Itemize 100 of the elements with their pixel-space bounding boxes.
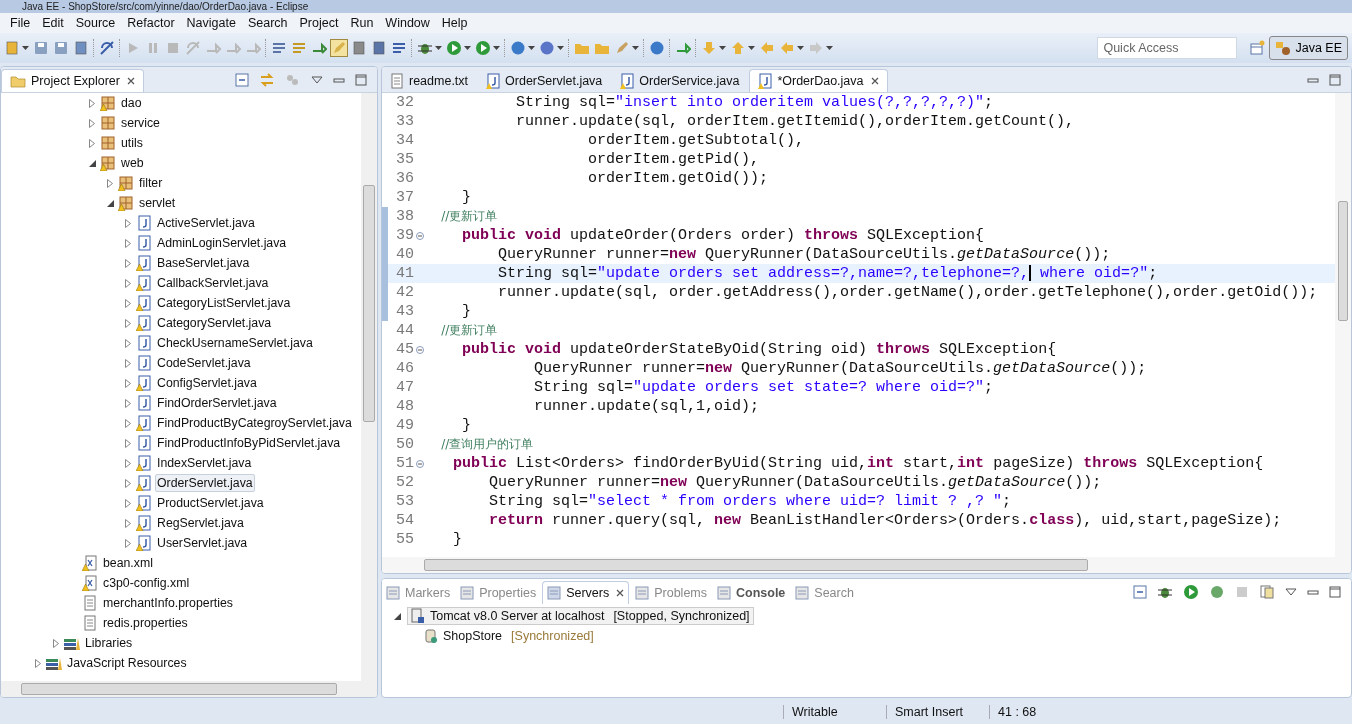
save-all-icon[interactable]: [53, 40, 69, 56]
filter-icon[interactable]: [291, 40, 307, 56]
tree-item[interactable]: CallbackServlet.java: [155, 274, 271, 292]
tree-item[interactable]: CategoryListServlet.java: [155, 294, 293, 312]
tree-item[interactable]: AdminLoginServlet.java: [155, 234, 289, 252]
tree-item[interactable]: bean.xml: [101, 554, 155, 572]
menu-item[interactable]: Edit: [36, 16, 70, 30]
menu-item[interactable]: Project: [293, 16, 345, 30]
maximize-icon[interactable]: [1329, 73, 1341, 86]
maximize-icon[interactable]: [1329, 585, 1341, 598]
tree-item[interactable]: utils: [119, 134, 145, 152]
collapsed-arrow-icon[interactable]: [53, 638, 59, 648]
collapsed-arrow-icon[interactable]: [125, 398, 131, 408]
tree-item[interactable]: service: [119, 114, 162, 132]
caret-icon[interactable]: [719, 46, 726, 50]
collapse-all-icon[interactable]: [1133, 584, 1147, 599]
menu-item[interactable]: Navigate: [180, 16, 242, 30]
collapsed-arrow-icon[interactable]: [125, 318, 131, 328]
collapsed-arrow-icon[interactable]: [125, 458, 131, 468]
open-perspective-icon[interactable]: [1249, 40, 1266, 56]
menu-item[interactable]: File: [4, 16, 37, 30]
view-tab[interactable]: Servers: [542, 581, 630, 604]
collapse-all-icon[interactable]: [235, 72, 249, 87]
format-icon[interactable]: [271, 40, 287, 56]
tree-item[interactable]: IndexServlet.java: [155, 454, 254, 472]
menu-item[interactable]: Source: [69, 16, 122, 30]
scrollbar[interactable]: [361, 93, 377, 681]
tree-item[interactable]: UserServlet.java: [155, 534, 250, 552]
view-tab[interactable]: Markers: [382, 582, 455, 604]
tree-item[interactable]: dao: [119, 94, 144, 112]
tree-item[interactable]: CodeServlet.java: [155, 354, 253, 372]
collapsed-arrow-icon[interactable]: [107, 178, 113, 188]
tree-item[interactable]: merchantInfo.properties: [101, 594, 235, 612]
server-item[interactable]: Tomcat v8.0 Server at localhost [Stopped, Synchronized]: [407, 607, 754, 625]
tree-item[interactable]: FindProductByCategroyServlet.java: [155, 414, 354, 432]
scrollbar[interactable]: [382, 557, 1351, 573]
tree-item[interactable]: CategoryServlet.java: [155, 314, 274, 332]
collapsed-arrow-icon[interactable]: [125, 518, 131, 528]
caret-icon[interactable]: [22, 46, 29, 50]
fold-icon[interactable]: [416, 459, 424, 468]
tree-item[interactable]: JavaScript Resources: [65, 654, 189, 672]
expanded-arrow-icon[interactable]: [394, 612, 401, 620]
editor-tab[interactable]: *OrderDao.java: [749, 69, 888, 92]
tree-item[interactable]: BaseServlet.java: [155, 254, 252, 272]
module-item[interactable]: ShopStore [Synchronized]: [420, 627, 598, 645]
collapsed-arrow-icon[interactable]: [125, 378, 131, 388]
caret-icon[interactable]: [557, 46, 564, 50]
collapsed-arrow-icon[interactable]: [125, 478, 131, 488]
collapsed-arrow-icon[interactable]: [89, 118, 95, 128]
view-tab[interactable]: Properties: [456, 582, 541, 604]
menu-item[interactable]: Help: [435, 16, 474, 30]
view-tab[interactable]: Problems: [631, 582, 711, 604]
view-menu-icon[interactable]: [311, 75, 323, 84]
tree-item[interactable]: ActiveServlet.java: [155, 214, 257, 232]
collapsed-arrow-icon[interactable]: [125, 538, 131, 548]
tree-item[interactable]: filter: [137, 174, 165, 192]
view-tab[interactable]: Search: [791, 582, 858, 604]
menu-item[interactable]: Window: [379, 16, 436, 30]
collapsed-arrow-icon[interactable]: [125, 278, 131, 288]
tree-item[interactable]: RegServlet.java: [155, 514, 246, 532]
scrollbar[interactable]: [1, 681, 377, 697]
caret-icon[interactable]: [435, 46, 442, 50]
tree-item[interactable]: servlet: [137, 194, 178, 212]
paragraph-icon[interactable]: [391, 40, 407, 56]
menu-item[interactable]: Search: [241, 16, 294, 30]
tree-item[interactable]: Libraries: [83, 634, 135, 652]
tree-item[interactable]: FindOrderServlet.java: [155, 394, 279, 412]
collapsed-arrow-icon[interactable]: [125, 298, 131, 308]
expanded-arrow-icon[interactable]: [106, 199, 114, 207]
close-icon[interactable]: [870, 77, 879, 85]
collapsed-arrow-icon[interactable]: [125, 218, 131, 228]
tree-item[interactable]: web: [119, 154, 146, 172]
collapsed-arrow-icon[interactable]: [125, 498, 131, 508]
dots-icon[interactable]: [285, 72, 301, 87]
menu-item[interactable]: Refactor: [121, 16, 181, 30]
collapsed-arrow-icon[interactable]: [125, 438, 131, 448]
editor-tab[interactable]: OrderServlet.java: [478, 70, 611, 92]
caret-icon[interactable]: [493, 46, 500, 50]
editor-tab[interactable]: readme.txt: [382, 70, 477, 92]
collapsed-arrow-icon[interactable]: [125, 358, 131, 368]
collapsed-arrow-icon[interactable]: [125, 418, 131, 428]
view-tab[interactable]: Console: [713, 582, 790, 604]
menu-item[interactable]: Run: [344, 16, 380, 30]
collapsed-arrow-icon[interactable]: [125, 258, 131, 268]
run-icon[interactable]: [446, 40, 462, 56]
tree-item[interactable]: ConfigServlet.java: [155, 374, 259, 392]
skip-breakpoints-icon[interactable]: [99, 40, 115, 56]
perspective-button[interactable]: Java EE: [1269, 36, 1348, 60]
maximize-icon[interactable]: [355, 73, 367, 86]
collapsed-arrow-icon[interactable]: [89, 138, 95, 148]
caret-icon[interactable]: [528, 46, 535, 50]
run-icon[interactable]: [1183, 583, 1199, 600]
caret-icon[interactable]: [826, 46, 833, 50]
coverage-icon[interactable]: [475, 40, 491, 56]
caret-icon[interactable]: [748, 46, 755, 50]
collapsed-arrow-icon[interactable]: [125, 238, 131, 248]
expanded-arrow-icon[interactable]: [88, 159, 96, 167]
collapsed-arrow-icon[interactable]: [35, 658, 41, 668]
close-icon[interactable]: [616, 589, 625, 597]
scrollbar[interactable]: [1335, 93, 1351, 557]
